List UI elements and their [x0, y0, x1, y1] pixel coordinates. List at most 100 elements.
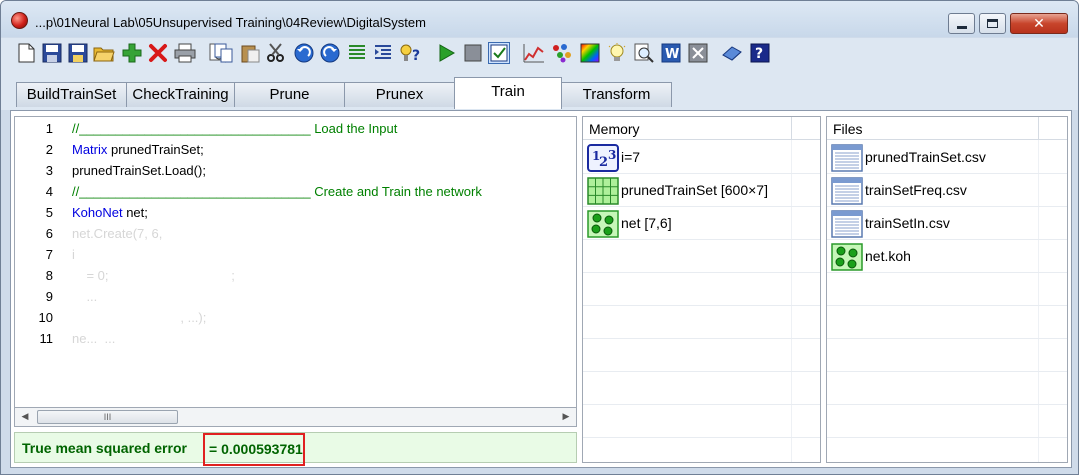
- list-item[interactable]: trainSetIn.csv: [827, 207, 1067, 240]
- title-bar[interactable]: ...p\01Neural Lab\05Unsupervised Trainin…: [1, 1, 1078, 37]
- list-item[interactable]: 1 2 3 i=7: [583, 141, 820, 174]
- header-divider: [791, 117, 792, 140]
- scatter-icon[interactable]: [551, 42, 573, 64]
- code-text: ...: [72, 289, 97, 304]
- list-item[interactable]: net [7,6]: [583, 207, 820, 240]
- find-help-icon[interactable]: ?: [399, 42, 421, 64]
- code-line[interactable]: 4 //________________________________ Crea…: [15, 180, 575, 201]
- line-number: 5: [45, 205, 53, 220]
- run-icon[interactable]: [435, 42, 457, 64]
- code-token: , ...);: [72, 310, 207, 325]
- line-number: 9: [45, 289, 53, 304]
- code-line[interactable]: 8 = 0; ;: [15, 264, 575, 285]
- code-line[interactable]: 2 Matrix prunedTrainSet;: [15, 138, 575, 159]
- palette-icon[interactable]: [579, 42, 601, 64]
- memory-header[interactable]: Memory: [583, 117, 820, 140]
- code-line[interactable]: 10 , ...);: [15, 306, 575, 327]
- empty-row-line: [827, 371, 1067, 372]
- zoom-icon[interactable]: [633, 42, 655, 64]
- indent-icon[interactable]: [372, 42, 394, 64]
- stop-icon[interactable]: [462, 42, 484, 64]
- code-editor[interactable]: 1 //________________________________ Load…: [14, 116, 577, 408]
- code-text: i: [72, 247, 75, 262]
- idea-icon[interactable]: [606, 42, 628, 64]
- files-header[interactable]: Files: [827, 117, 1067, 140]
- delete-icon[interactable]: [147, 42, 169, 64]
- close-button[interactable]: ✕: [1010, 13, 1068, 34]
- csv-file-icon: [831, 177, 863, 205]
- tab-prune[interactable]: Prune: [234, 82, 345, 107]
- scroll-right-icon[interactable]: ▶: [559, 410, 573, 424]
- cut-icon[interactable]: [265, 42, 287, 64]
- code-token: net.Create(7, 6,: [72, 226, 163, 241]
- code-text: = 0; ;: [72, 268, 234, 283]
- line-number: 3: [45, 163, 53, 178]
- paste-icon[interactable]: [239, 42, 261, 64]
- code-comment: //________________________________ Load …: [72, 121, 398, 136]
- code-line[interactable]: 11 ne... ...: [15, 327, 575, 348]
- svg-text:2: 2: [599, 155, 608, 170]
- code-text: , ...);: [72, 310, 206, 325]
- horizontal-scrollbar[interactable]: ◀ III ▶: [14, 408, 577, 427]
- empty-row-line: [583, 338, 820, 339]
- scroll-thumb[interactable]: III: [37, 410, 178, 424]
- code-text: //________________________________ Creat…: [72, 184, 482, 199]
- line-number: 4: [45, 184, 53, 199]
- empty-row-line: [827, 338, 1067, 339]
- empty-row-line: [583, 371, 820, 372]
- memory-panel: Memory 1 2 3 i=7 prunedTrainSet [600×7] net […: [582, 116, 821, 463]
- window-title: ...p\01Neural Lab\05Unsupervised Trainin…: [35, 15, 426, 30]
- check-icon[interactable]: [488, 42, 510, 64]
- scroll-left-icon[interactable]: ◀: [18, 410, 32, 424]
- maximize-icon: [987, 19, 998, 28]
- list-item-label: i=7: [621, 149, 641, 165]
- code-line[interactable]: 1 //________________________________ Load…: [15, 117, 575, 138]
- code-line[interactable]: 7i: [15, 243, 575, 264]
- list-item[interactable]: net.koh: [827, 240, 1067, 273]
- maximize-button[interactable]: [979, 13, 1006, 34]
- code-text: net.Create(7, 6,: [72, 226, 162, 241]
- help-icon[interactable]: ?: [749, 42, 771, 64]
- excel-icon[interactable]: [687, 42, 709, 64]
- redo-icon[interactable]: [319, 42, 341, 64]
- code-text: prunedTrainSet.Load();: [72, 163, 206, 178]
- add-icon[interactable]: [121, 42, 143, 64]
- tab-transform[interactable]: Transform: [561, 82, 672, 107]
- matrix-icon: [587, 177, 619, 205]
- book-icon[interactable]: [721, 42, 743, 64]
- copy-icon[interactable]: [213, 42, 235, 64]
- app-logo-icon[interactable]: [11, 12, 28, 29]
- tab-prunex[interactable]: Prunex: [344, 82, 455, 107]
- network-icon: [831, 243, 863, 271]
- code-line[interactable]: 5 KohoNet net;: [15, 201, 575, 222]
- list-item-label: prunedTrainSet.csv: [865, 149, 986, 165]
- list-item[interactable]: trainSetFreq.csv: [827, 174, 1067, 207]
- line-number: 1: [45, 121, 53, 136]
- empty-row-line: [583, 305, 820, 306]
- new-document-icon[interactable]: [15, 42, 37, 64]
- save-as-icon[interactable]: [67, 42, 89, 64]
- open-folder-icon[interactable]: [93, 42, 115, 64]
- code-line[interactable]: 9 ...: [15, 285, 575, 306]
- code-token: i: [72, 247, 75, 262]
- code-text: KohoNet net;: [72, 205, 148, 220]
- list-item[interactable]: prunedTrainSet.csv: [827, 141, 1067, 174]
- tab-buildtrainset[interactable]: BuildTrainSet: [16, 82, 127, 107]
- list-item[interactable]: prunedTrainSet [600×7]: [583, 174, 820, 207]
- chart-icon[interactable]: [523, 42, 545, 64]
- tab-checktraining[interactable]: CheckTraining: [126, 82, 235, 107]
- minimize-button[interactable]: [948, 13, 975, 34]
- align-left-icon[interactable]: [346, 42, 368, 64]
- close-icon: ✕: [1033, 15, 1045, 32]
- save-icon[interactable]: [41, 42, 63, 64]
- word-icon[interactable]: W: [660, 42, 682, 64]
- undo-icon[interactable]: [293, 42, 315, 64]
- list-item-label: prunedTrainSet [600×7]: [621, 182, 768, 198]
- print-icon[interactable]: [174, 42, 196, 64]
- line-number: 10: [38, 310, 53, 325]
- code-line[interactable]: 6 net.Create(7, 6,: [15, 222, 575, 243]
- code-line[interactable]: 3 prunedTrainSet.Load();: [15, 159, 575, 180]
- status-bar: True mean squared error = 0.000593781: [14, 432, 577, 466]
- tab-train[interactable]: Train: [454, 77, 562, 109]
- svg-text:3: 3: [608, 148, 616, 162]
